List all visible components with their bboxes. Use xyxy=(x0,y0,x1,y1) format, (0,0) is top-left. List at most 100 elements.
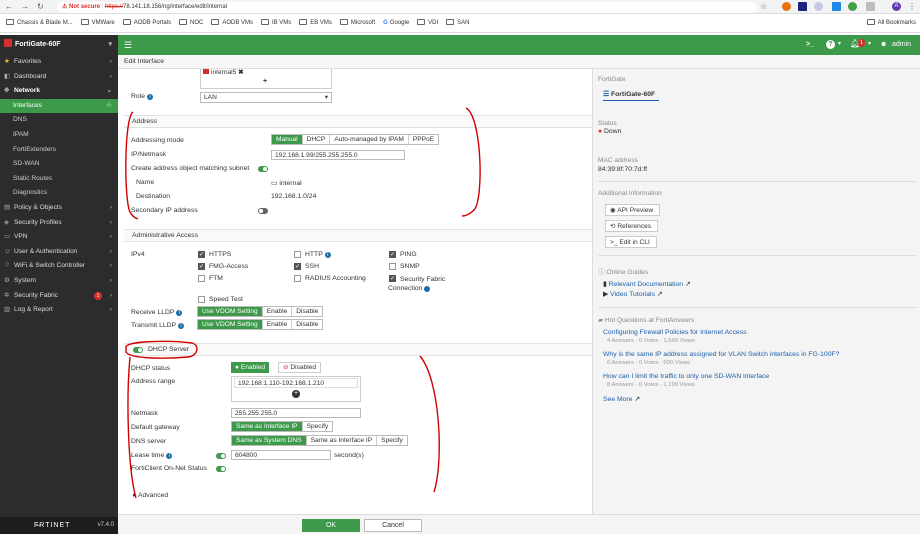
mode-pppoe[interactable]: PPPoE xyxy=(409,135,438,144)
bookmark[interactable]: NOC xyxy=(179,14,203,32)
profile-avatar[interactable]: A xyxy=(892,2,901,11)
role-select[interactable]: LAN ▾ xyxy=(200,92,332,103)
sidebar-item-dashboard[interactable]: ◧ Dashboard › xyxy=(0,70,118,85)
sidebar-item-system[interactable]: ⚙ System › xyxy=(0,274,118,289)
gw-same-as-interface[interactable]: Same as Interface IP xyxy=(232,422,303,431)
sidebar-item-wifi-switch[interactable]: ⌔ WiFi & Switch Controller › xyxy=(0,259,118,274)
members-box[interactable]: internal5 ✖ + xyxy=(200,69,332,89)
relevant-docs-link[interactable]: ▮ Relevant Documentation ↗ xyxy=(603,280,691,288)
dns-specify[interactable]: Specify xyxy=(377,436,407,445)
rx-lldp-vdom[interactable]: Use VDOM Setting xyxy=(198,307,263,316)
api-preview-button[interactable]: ◉ API Preview xyxy=(605,204,661,216)
video-tutorials-link[interactable]: ▶ Video Tutorials ↗ xyxy=(603,290,663,298)
lease-time-toggle[interactable] xyxy=(216,453,226,459)
see-more-link[interactable]: See More ↗ xyxy=(603,395,640,403)
all-bookmarks[interactable]: All Bookmarks xyxy=(866,14,916,32)
bookmark-star-icon[interactable]: ☆ xyxy=(760,2,767,11)
question-link[interactable]: Configuring Firewall Policies for Intern… xyxy=(603,329,747,336)
bookmark[interactable]: VMWare xyxy=(80,14,115,32)
reload-icon[interactable]: ↻ xyxy=(37,2,44,11)
sidebar-item-diagnostics[interactable]: Diagnostics xyxy=(0,186,118,201)
tx-lldp-disable[interactable]: Disable xyxy=(292,320,322,329)
extension-icon[interactable] xyxy=(782,2,791,11)
https-checkbox[interactable]: ✓ xyxy=(198,251,205,258)
lease-time-input[interactable]: 604800 xyxy=(231,450,331,460)
sidebar-item-security-fabric[interactable]: ✲ Security Fabric 1 › xyxy=(0,289,118,304)
help-icon[interactable]: ? xyxy=(826,40,835,49)
bookmark[interactable]: G Google xyxy=(383,14,409,32)
bookmark[interactable]: VDI xyxy=(417,14,438,32)
device-name[interactable]: FortiGate-60F ▾ xyxy=(0,35,118,55)
sidebar-item-vpn[interactable]: ▭ VPN › xyxy=(0,230,118,245)
bookmark[interactable]: Chassis & Blade M... xyxy=(6,14,73,32)
http-checkbox[interactable] xyxy=(294,251,301,258)
dns-same-as-interface[interactable]: Same as Interface IP xyxy=(307,436,378,445)
mode-dhcp[interactable]: DHCP xyxy=(303,135,331,144)
mode-manual[interactable]: Manual xyxy=(272,135,303,144)
bookmark[interactable]: IB VMs xyxy=(260,14,291,32)
forticlient-status-toggle[interactable] xyxy=(216,466,226,472)
sidebar-item-log-report[interactable]: ▥ Log & Report › xyxy=(0,303,118,318)
dhcp-disabled-option[interactable]: ⊘ Disabled xyxy=(278,362,322,373)
back-icon[interactable]: ← xyxy=(5,2,13,11)
sidebar-item-ipam[interactable]: IPAM xyxy=(0,128,118,143)
ssh-checkbox[interactable]: ✓ xyxy=(294,263,301,270)
extension-icon[interactable] xyxy=(798,2,807,11)
extension-icon[interactable] xyxy=(848,2,857,11)
bookmark[interactable]: EB VMs xyxy=(299,14,332,32)
fortigate-name[interactable]: ☰ FortiGate-60F xyxy=(603,90,655,98)
gw-specify[interactable]: Specify xyxy=(303,422,333,431)
dhcp-enabled-option[interactable]: ● Enabled xyxy=(231,362,270,373)
add-range-button[interactable]: + xyxy=(292,390,300,398)
radius-checkbox[interactable] xyxy=(294,275,301,282)
member-tag[interactable]: internal5 ✖ xyxy=(203,69,244,76)
hamburger-icon[interactable]: ☰ xyxy=(124,40,132,51)
create-address-object-toggle[interactable] xyxy=(258,166,268,172)
question-link[interactable]: How can I limit the traffic to only one … xyxy=(603,373,769,380)
snmp-checkbox[interactable] xyxy=(389,263,396,270)
cancel-button[interactable]: Cancel xyxy=(364,519,422,532)
cli-console-button[interactable]: >_ xyxy=(806,41,814,48)
favorite-star-icon[interactable]: ☆ xyxy=(106,99,112,114)
advanced-expander[interactable]: ▸ Advanced xyxy=(133,491,168,499)
add-member-button[interactable]: + xyxy=(263,78,267,85)
dhcp-server-toggle[interactable] xyxy=(133,347,143,353)
bookmark[interactable]: Microsoft xyxy=(339,14,375,32)
ftm-checkbox[interactable] xyxy=(198,275,205,282)
sidebar-item-network[interactable]: ✥ Network ⌄ xyxy=(0,84,118,99)
ping-checkbox[interactable]: ✓ xyxy=(389,251,396,258)
sidebar-item-static-routes[interactable]: Static Routes xyxy=(0,172,118,187)
references-button[interactable]: ⟲ References xyxy=(605,220,659,232)
bookmark[interactable]: SAN xyxy=(446,14,469,32)
sidebar-item-favorites[interactable]: ★ Favorites › xyxy=(0,55,118,70)
address-bar[interactable]: ⚠ Not secure | https://78.141.18.156/ng/… xyxy=(57,2,757,13)
sidebar-item-fortiextenders[interactable]: FortiExtenders xyxy=(0,143,118,158)
secondary-ip-toggle[interactable] xyxy=(258,208,268,214)
speed-test-checkbox[interactable] xyxy=(198,296,205,303)
sidebar-item-sd-wan[interactable]: SD-WAN xyxy=(0,157,118,172)
puzzle-icon[interactable] xyxy=(866,2,875,11)
fmg-access-checkbox[interactable]: ✓ xyxy=(198,263,205,270)
dns-same-as-system[interactable]: Same as System DNS xyxy=(232,436,307,445)
mode-ipam[interactable]: Auto-managed by IPAM xyxy=(330,135,409,144)
rx-lldp-enable[interactable]: Enable xyxy=(263,307,293,316)
rx-lldp-disable[interactable]: Disable xyxy=(292,307,322,316)
sidebar-item-security-profiles[interactable]: ◈ Security Profiles › xyxy=(0,216,118,231)
netmask-input[interactable]: 255.255.255.0 xyxy=(231,408,361,418)
bookmark[interactable]: AODB Portals xyxy=(122,14,171,32)
ok-button[interactable]: OK xyxy=(302,519,360,532)
forward-icon[interactable]: → xyxy=(21,2,29,11)
close-icon[interactable]: ✖ xyxy=(238,69,244,76)
sidebar-item-user-auth[interactable]: ☺ User & Authentication › xyxy=(0,245,118,260)
extension-icon[interactable] xyxy=(832,2,841,11)
sidebar-item-dns[interactable]: DNS xyxy=(0,113,118,128)
tx-lldp-enable[interactable]: Enable xyxy=(263,320,293,329)
tx-lldp-vdom[interactable]: Use VDOM Setting xyxy=(198,320,263,329)
ip-netmask-input[interactable]: 192.168.1.99/255.255.255.0 xyxy=(271,150,405,160)
menu-icon[interactable]: ⋮ xyxy=(908,2,916,11)
bookmark[interactable]: AODB VMs xyxy=(211,14,253,32)
edit-in-cli-button[interactable]: >_ Edit in CLI xyxy=(605,236,657,248)
address-range-input[interactable]: 192.168.1.110-192.168.1.210 xyxy=(234,378,358,388)
sidebar-item-policy-objects[interactable]: ▤ Policy & Objects › xyxy=(0,201,118,216)
user-menu[interactable]: admin xyxy=(892,41,911,48)
